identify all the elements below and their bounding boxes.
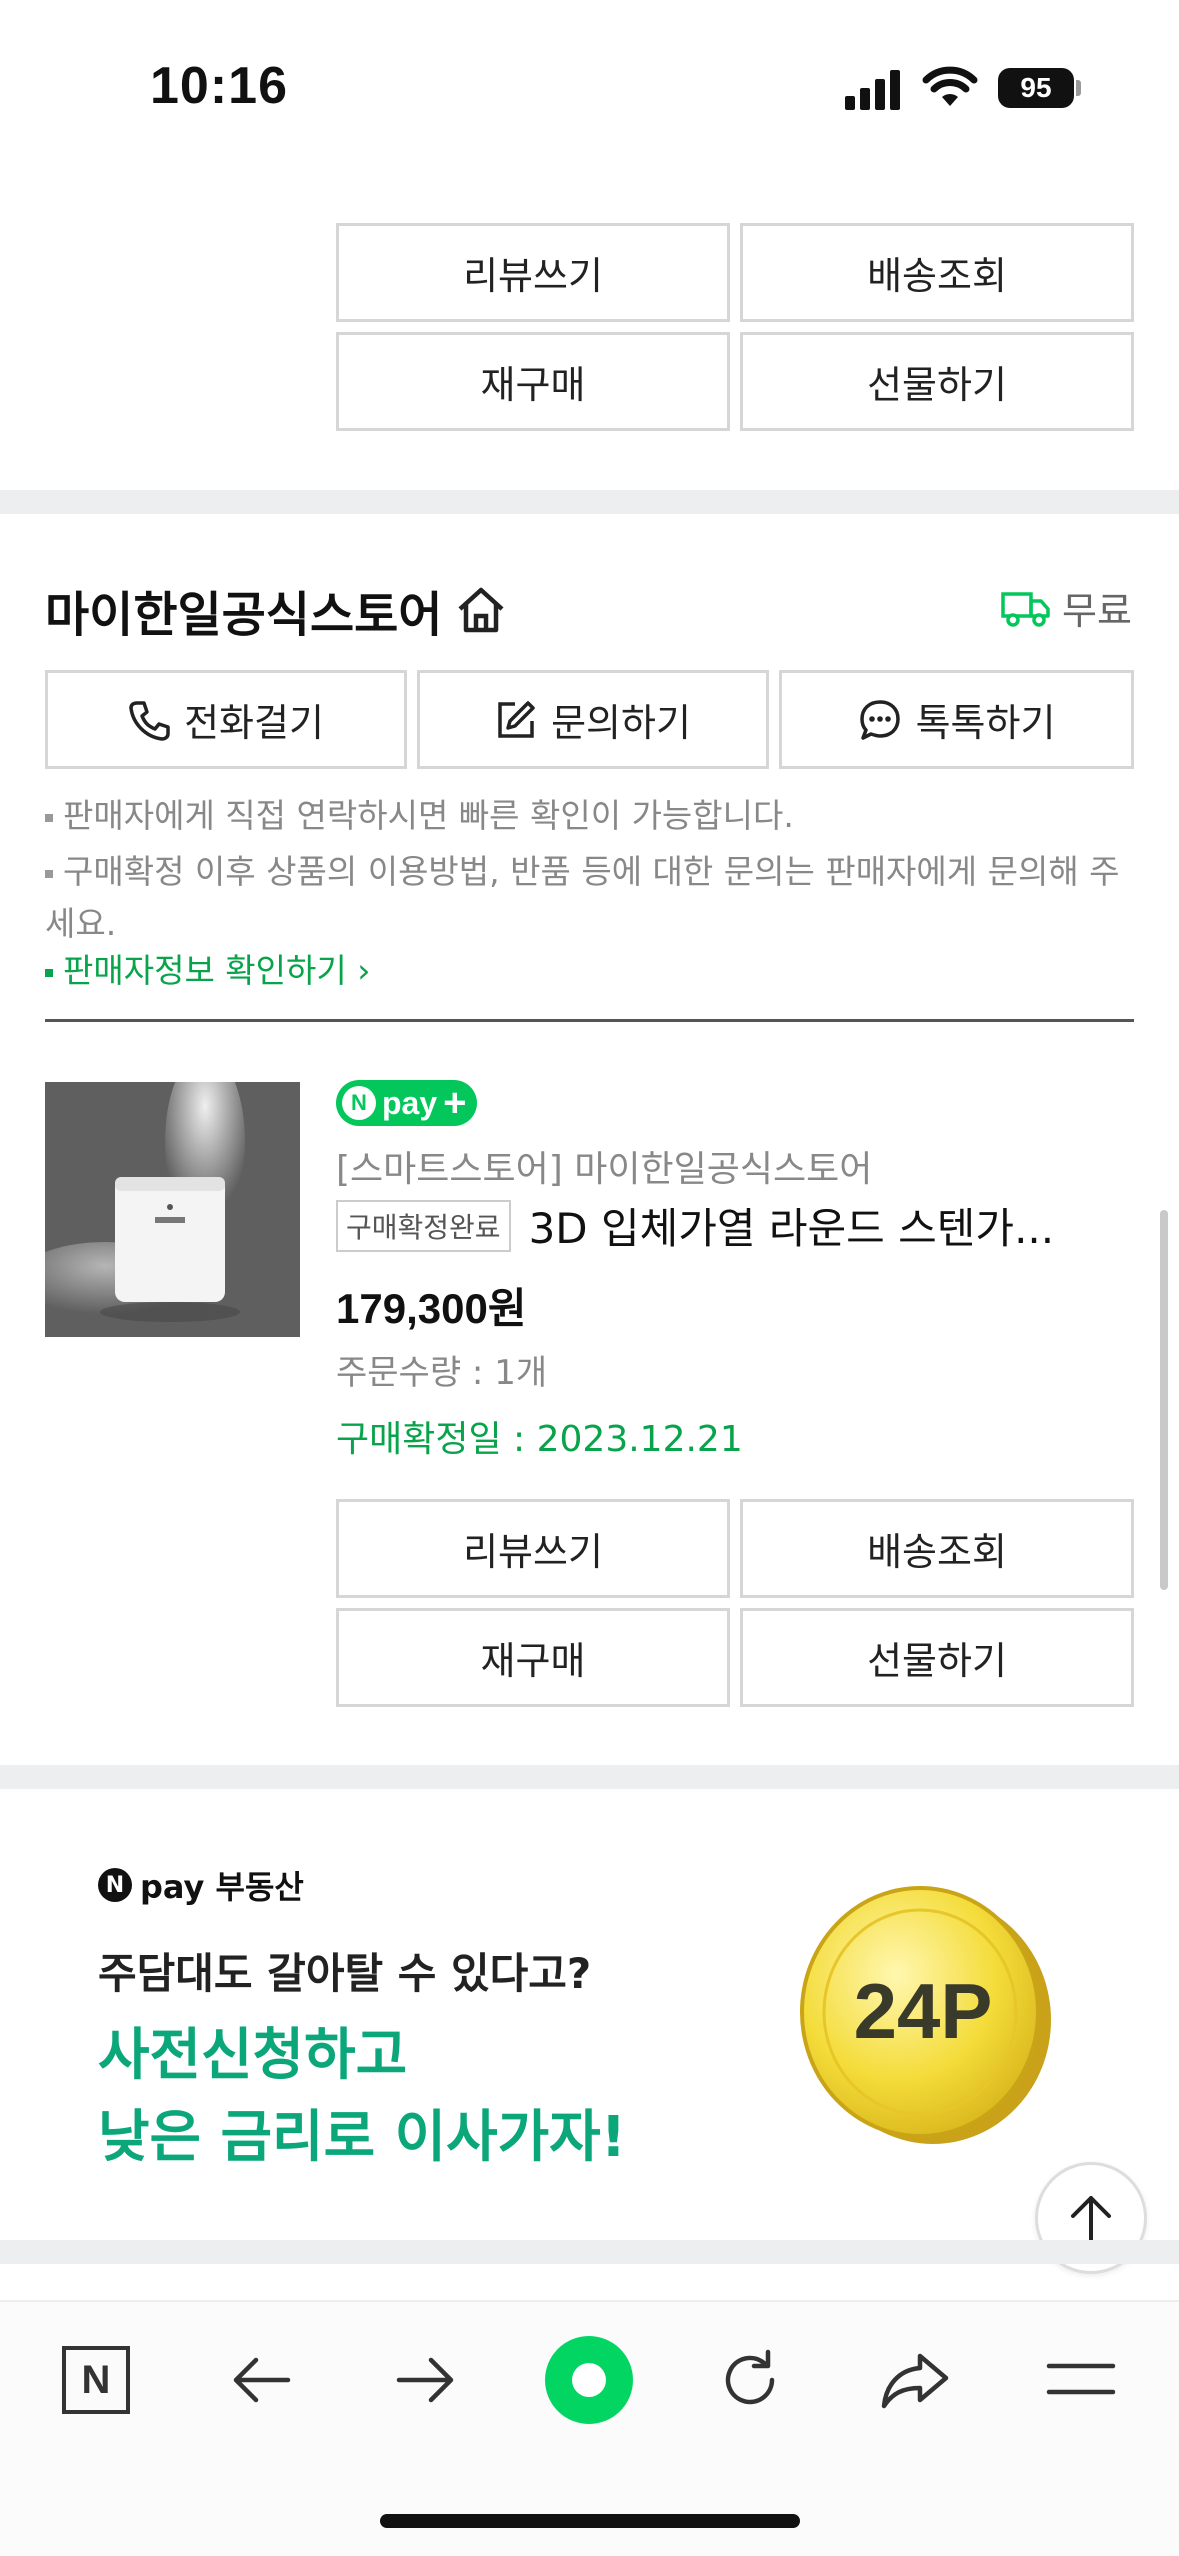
humidifier-image <box>45 1082 300 1337</box>
tracking-button[interactable]: 배송조회 <box>740 223 1134 322</box>
shipping-info: 무료 <box>1000 580 1132 635</box>
order-seller: [스마트스토어] 마이한일공식스토어 <box>336 1149 873 1190</box>
order-price: 179,300원 <box>336 1285 527 1332</box>
share-icon[interactable] <box>880 2348 952 2412</box>
refresh-icon[interactable] <box>716 2346 784 2414</box>
section-separator <box>0 2240 1179 2264</box>
bullet <box>45 968 53 977</box>
inquiry-note: 구매확정 이후 상품의 이용방법, 반품 등에 대한 문의는 판매자에게 문의해… <box>45 846 1135 950</box>
banner-headline-2: 낮은 금리로 이사가자! <box>98 2105 627 2170</box>
talk-button[interactable]: 톡톡하기 <box>779 670 1134 769</box>
seller-info-link[interactable]: 판매자정보 확인하기 › <box>45 945 1145 997</box>
phone-icon <box>129 700 170 741</box>
naver-home-button[interactable]: N <box>62 2346 130 2414</box>
battery-cap <box>1076 80 1081 96</box>
n-logo-icon: N <box>98 1868 132 1902</box>
status-time: 10:16 <box>150 57 288 115</box>
scrollbar[interactable] <box>1160 1210 1168 1590</box>
note-text-2: 구매확정 이후 상품의 이용방법, 반품 등에 대한 문의는 판매자에게 문의해… <box>45 852 1120 943</box>
note-text-1: 판매자에게 직접 연락하시면 빠른 확인이 가능합니다. <box>63 796 794 835</box>
banner-brand: N pay 부동산 <box>98 1862 304 1908</box>
call-button[interactable]: 전화걸기 <box>45 670 407 769</box>
tracking-button[interactable]: 배송조회 <box>740 1499 1134 1598</box>
npay-label: pay <box>382 1084 438 1121</box>
green-dot-button[interactable] <box>544 2335 634 2425</box>
truck-icon <box>1001 591 1050 627</box>
confirm-date: 구매확정일 : 2023.12.21 <box>336 1419 743 1460</box>
chevron-right-icon: › <box>346 951 371 990</box>
battery-indicator: 95 <box>998 68 1074 108</box>
back-arrow-icon[interactable] <box>228 2350 294 2410</box>
banner-headline-1: 사전신청하고 <box>98 2023 408 2088</box>
review-button[interactable]: 리뷰쓰기 <box>336 223 730 322</box>
wifi-icon <box>922 66 978 106</box>
bullet <box>45 869 53 878</box>
edit-icon <box>498 700 535 738</box>
store-name[interactable]: 마이한일공식스토어 <box>45 575 442 645</box>
coin-icon: 24P <box>800 1886 1051 2144</box>
gift-button[interactable]: 선물하기 <box>740 332 1134 431</box>
gift-button[interactable]: 선물하기 <box>740 1608 1134 1707</box>
section-separator <box>0 490 1179 514</box>
seller-info-label[interactable]: 판매자정보 확인하기 <box>63 951 347 990</box>
contact-note: 판매자에게 직접 연락하시면 빠른 확인이 가능합니다. <box>45 790 1145 842</box>
rebuy-button[interactable]: 재구매 <box>336 1608 730 1707</box>
review-button[interactable]: 리뷰쓰기 <box>336 1499 730 1598</box>
n-logo-icon: N <box>342 1086 376 1120</box>
menu-icon[interactable] <box>1045 2358 1117 2400</box>
rebuy-button[interactable]: 재구매 <box>336 332 730 431</box>
bullet <box>45 813 53 822</box>
forward-arrow-icon[interactable] <box>393 2350 459 2410</box>
order-quantity: 주문수량 : 1개 <box>336 1353 548 1393</box>
cellular-signal-icon <box>845 70 900 110</box>
banner-headline: 사전신청하고 낮은 금리로 이사가자! <box>98 2015 626 2179</box>
inquiry-button[interactable]: 문의하기 <box>417 670 769 769</box>
banner-brand-label: pay 부동산 <box>140 1868 304 1906</box>
talk-label: 톡톡하기 <box>915 701 1056 745</box>
product-name-row[interactable]: 구매확정완료 3D 입체가열 라운드 스텐가... <box>336 1195 1096 1256</box>
inquiry-label: 문의하기 <box>551 701 691 745</box>
npay-plus-badge: N pay + <box>336 1080 477 1126</box>
section-separator <box>0 1765 1179 1789</box>
coin-label: 24P <box>854 1967 993 2055</box>
home-indicator <box>380 2514 800 2528</box>
arrow-up-icon <box>1071 2196 1111 2242</box>
plus-icon: + <box>443 1081 467 1125</box>
product-thumbnail[interactable] <box>45 1082 300 1337</box>
call-label: 전화걸기 <box>184 701 324 745</box>
banner-subtitle: 주담대도 갈아탈 수 있다고? <box>98 1949 592 1998</box>
chat-icon <box>859 699 900 740</box>
shipping-label: 무료 <box>1062 589 1132 633</box>
status-tag: 구매확정완료 <box>336 1199 511 1252</box>
home-icon[interactable] <box>454 585 508 635</box>
product-name[interactable]: 3D 입체가열 라운드 스텐가... <box>529 1195 1055 1256</box>
section-divider <box>45 1019 1134 1022</box>
store-header[interactable]: 마이한일공식스토어 <box>45 575 508 645</box>
